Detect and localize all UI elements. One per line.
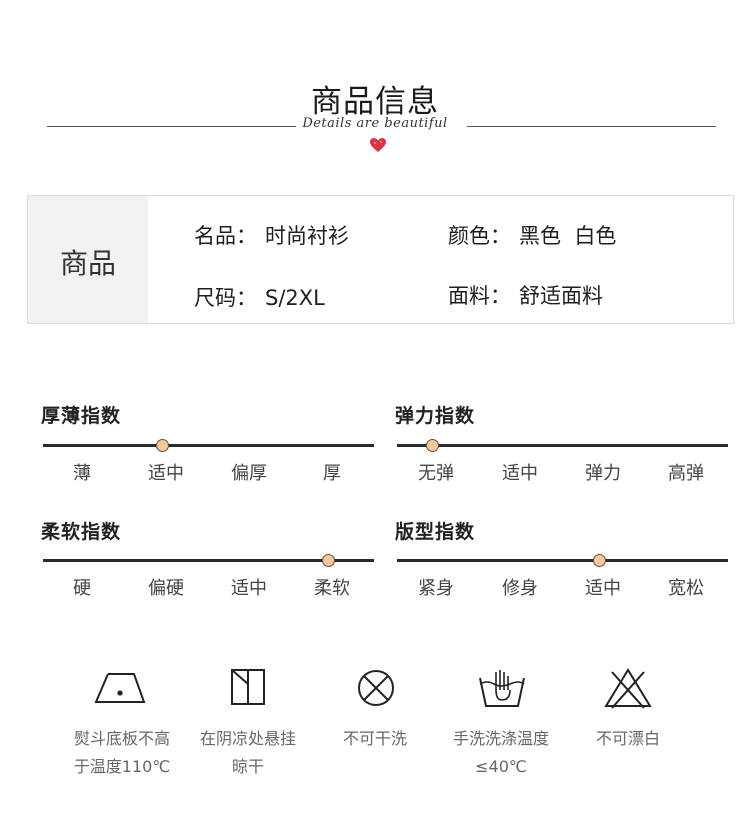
- index-label: 适中: [231, 578, 267, 599]
- info-section-label-panel: 商品: [28, 196, 148, 323]
- info-section-label: 商品: [59, 247, 116, 280]
- index-label: 适中: [148, 463, 184, 484]
- index-title: 柔软指数: [41, 521, 122, 543]
- info-item-size: 尺码： S/2XL: [194, 282, 325, 312]
- info-item-fabric: 面料： 舒适面料: [448, 280, 603, 310]
- info-key: 尺码：: [194, 286, 257, 310]
- care-text-line: 于温度110℃: [73, 757, 171, 776]
- index-label: 紧身: [418, 578, 454, 599]
- info-value: S/2XL: [265, 286, 325, 310]
- index-label: 厚: [323, 463, 341, 484]
- info-item-name: 名品： 时尚衬衫: [194, 220, 349, 250]
- care-text-line: 在阴凉处悬挂: [199, 729, 296, 748]
- index-label: 无弹: [418, 463, 454, 484]
- page-title: 商品信息: [311, 84, 439, 120]
- index-label: 修身: [502, 578, 538, 599]
- care-text-line: 熨斗底板不高: [73, 729, 170, 748]
- care-instruction-text: 在阴凉处悬挂 晾干: [183, 725, 313, 781]
- index-label: 薄: [73, 463, 91, 484]
- hand-wash-icon: [479, 670, 525, 707]
- info-value: 时尚衬衫: [265, 224, 349, 248]
- care-text-line: 晾干: [231, 757, 264, 776]
- index-title: 版型指数: [395, 521, 476, 543]
- care-text-line: 不可干洗: [342, 729, 407, 748]
- product-info-box: 商品 名品： 时尚衬衫 颜色： 黑色 白色 尺码： S/2XL 面料： 舒适面料: [27, 195, 734, 324]
- index-track: [397, 559, 728, 562]
- care-instruction-text: 不可漂白: [563, 725, 693, 753]
- index-label: 适中: [502, 463, 538, 484]
- care-text-line: 不可漂白: [595, 729, 660, 748]
- index-label: 适中: [585, 578, 621, 599]
- index-title: 厚薄指数: [41, 405, 122, 427]
- index-indicator-dot: [593, 554, 606, 567]
- index-label: 柔软: [314, 578, 350, 599]
- index-label: 宽松: [668, 578, 704, 599]
- heart-icon: [370, 138, 386, 152]
- care-instruction-text: 不可干洗: [310, 725, 440, 753]
- index-label: 弹力: [585, 463, 621, 484]
- index-label: 偏厚: [231, 463, 267, 484]
- info-value: 舒适面料: [519, 284, 603, 308]
- header-subtitle: Details are beautiful: [302, 116, 448, 131]
- info-key: 面料：: [448, 284, 511, 308]
- care-text-line: ≤40℃: [475, 757, 527, 776]
- care-instruction-text: 熨斗底板不高 于温度110℃: [57, 725, 187, 781]
- index-indicator-dot: [322, 554, 335, 567]
- index-track: [43, 444, 374, 447]
- info-key: 颜色：: [448, 224, 511, 248]
- care-instruction-text: 手洗洗涤温度 ≤40℃: [436, 725, 566, 781]
- info-item-color: 颜色： 黑色 白色: [448, 220, 616, 250]
- index-indicator-dot: [426, 439, 439, 452]
- index-label: 高弹: [668, 463, 704, 484]
- hang-dry-shade-icon: [231, 669, 265, 705]
- index-track: [397, 444, 728, 447]
- index-label: 偏硬: [148, 578, 184, 599]
- index-indicator-dot: [156, 439, 169, 452]
- index-label: 硬: [73, 578, 91, 599]
- info-key: 名品：: [194, 224, 257, 248]
- index-title: 弹力指数: [395, 405, 476, 427]
- iron-icon: [94, 673, 146, 703]
- care-text-line: 手洗洗涤温度: [452, 729, 549, 748]
- no-bleach-icon: [604, 668, 652, 709]
- no-dry-clean-icon: [358, 670, 394, 706]
- info-value: 黑色 白色: [519, 224, 617, 248]
